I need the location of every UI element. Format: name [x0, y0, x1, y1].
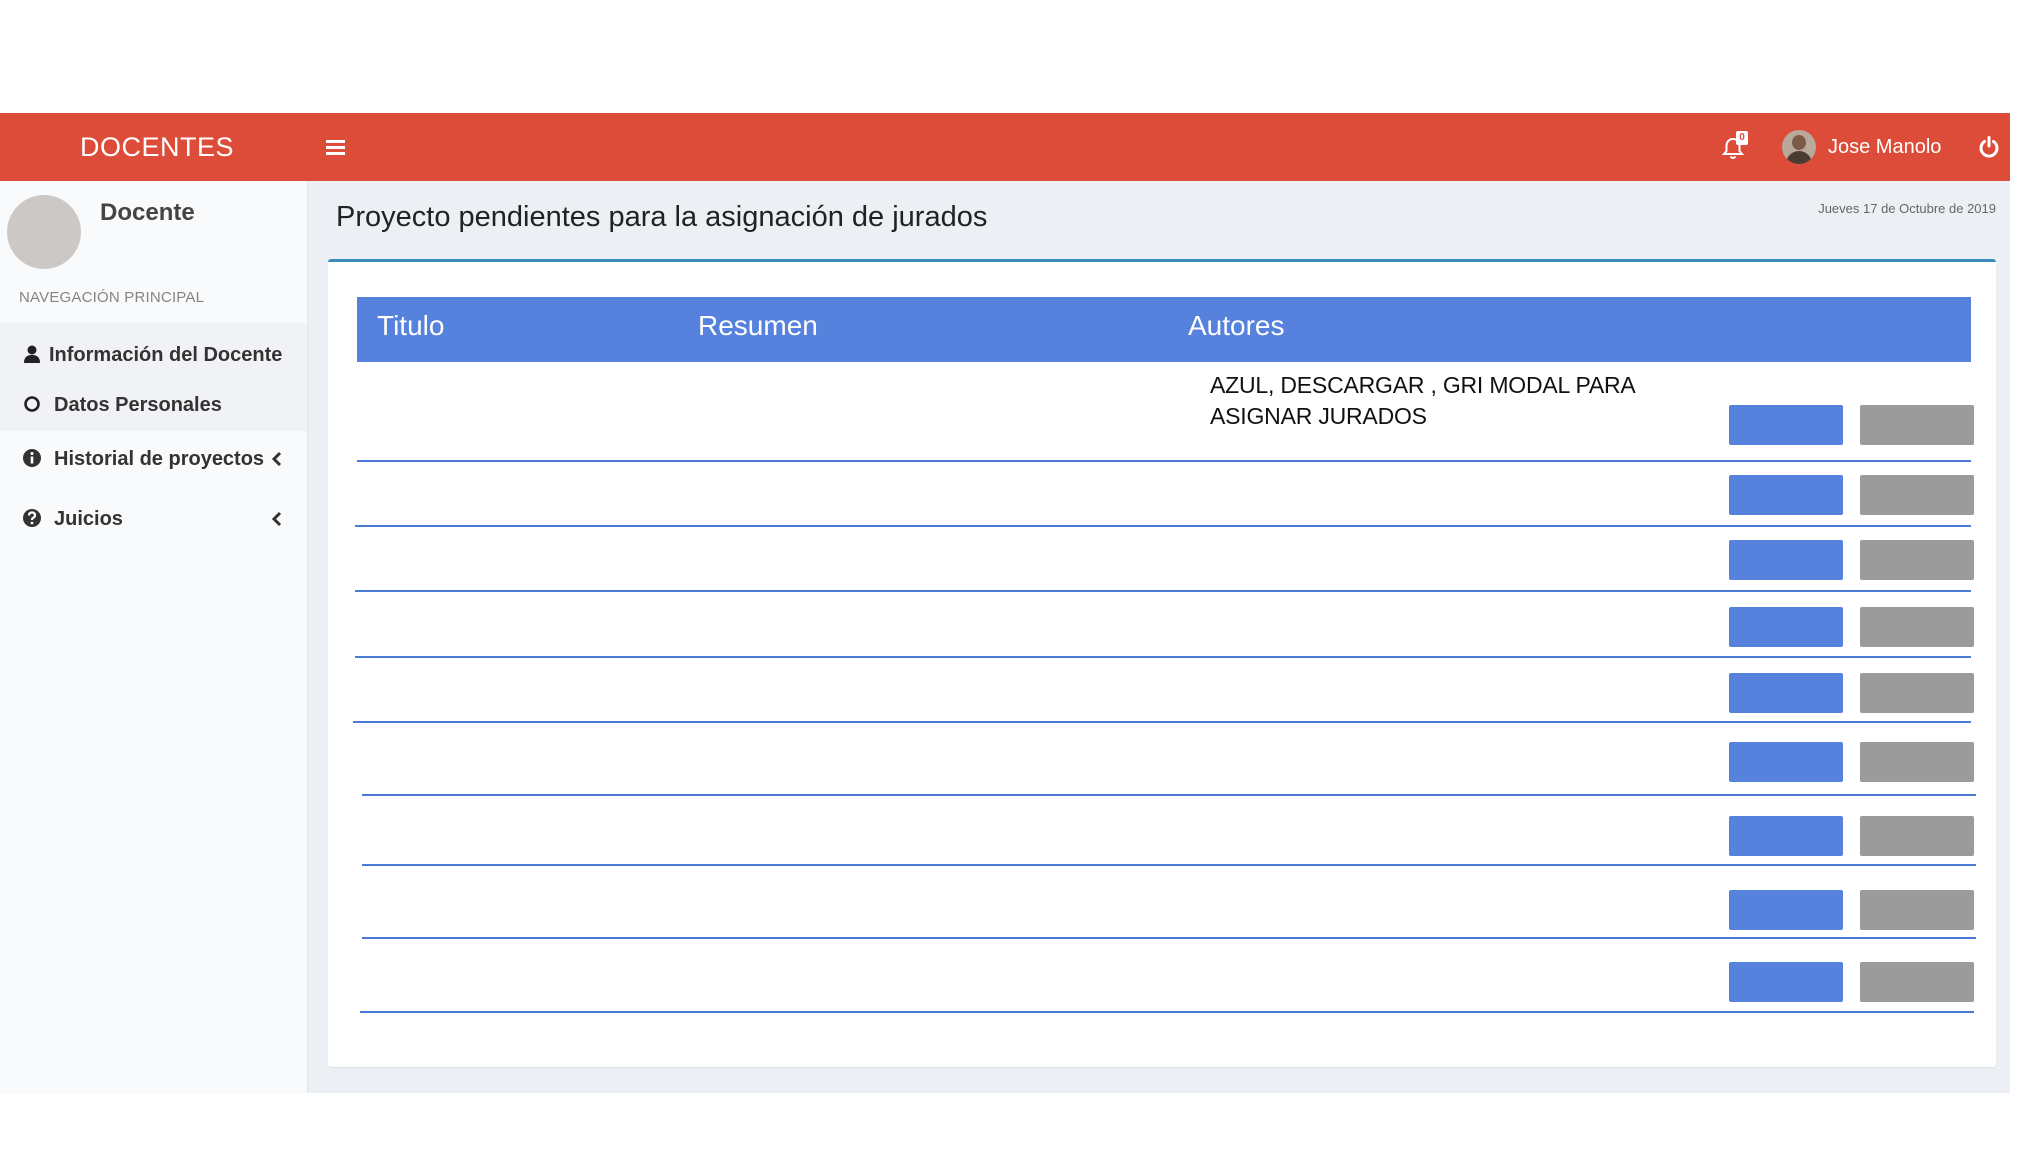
assign-jury-modal-button[interactable]	[1860, 475, 1974, 515]
annotation-note-line: AZUL, DESCARGAR , GRI MODAL PARA	[1210, 372, 1636, 398]
download-button[interactable]	[1729, 673, 1843, 713]
sidebar-item-datos-personales[interactable]: Datos Personales	[0, 381, 307, 429]
annotation-note-line: ASIGNAR JURADOS	[1210, 403, 1427, 429]
column-header-autores: Autores	[1188, 310, 1285, 341]
assign-jury-modal-button[interactable]	[1860, 742, 1974, 782]
sidebar-item-juicios[interactable]: Juicios	[0, 495, 307, 543]
download-button[interactable]	[1729, 607, 1843, 647]
top-navbar: DOCENTES 0 Jose Manolo	[0, 113, 2010, 181]
assign-jury-modal-button[interactable]	[1860, 540, 1974, 580]
notifications-button[interactable]: 0	[1722, 131, 1754, 165]
table-header: Titulo Resumen Autores	[357, 297, 1971, 362]
assign-jury-modal-button[interactable]	[1860, 405, 1974, 445]
power-icon[interactable]	[1977, 135, 2001, 159]
table-row	[355, 525, 1971, 527]
annotation-note: AZUL, DESCARGAR , GRI MODAL PARA ASIGNAR…	[1210, 370, 1636, 432]
sidebar-user-label: Docente	[100, 199, 195, 226]
sidebar-item-label: Datos Personales	[54, 394, 222, 416]
user-avatar[interactable]	[1782, 130, 1816, 164]
download-button[interactable]	[1729, 405, 1843, 445]
projects-box	[328, 259, 1996, 1067]
table-row	[360, 1011, 1974, 1013]
download-button[interactable]	[1729, 475, 1843, 515]
table-row	[355, 590, 1971, 592]
table-row	[355, 656, 1971, 658]
circle-outline-icon	[24, 396, 40, 412]
sidebar-item-historial-proyectos[interactable]: Historial de proyectos	[0, 435, 307, 483]
page-title: Proyecto pendientes para la asignación d…	[336, 201, 988, 233]
column-header-titulo: Titulo	[377, 310, 445, 341]
info-circle-icon	[23, 449, 41, 467]
sidebar-item-label: Juicios	[54, 508, 123, 530]
sidebar-avatar	[7, 195, 81, 269]
download-button[interactable]	[1729, 742, 1843, 782]
user-icon	[24, 345, 40, 363]
download-button[interactable]	[1729, 962, 1843, 1002]
user-name[interactable]: Jose Manolo	[1828, 113, 1941, 181]
assign-jury-modal-button[interactable]	[1860, 890, 1974, 930]
assign-jury-modal-button[interactable]	[1860, 673, 1974, 713]
question-circle-icon	[23, 509, 41, 527]
notification-count-badge: 0	[1736, 131, 1748, 145]
table-row	[362, 864, 1976, 866]
menu-toggle-icon[interactable]	[326, 135, 346, 159]
current-date: Jueves 17 de Octubre de 2019	[1818, 201, 1996, 216]
table-row	[353, 721, 1971, 723]
column-header-resumen: Resumen	[698, 310, 818, 341]
sidebar-item-informacion-docente[interactable]: Información del Docente	[0, 331, 307, 379]
table-row	[362, 794, 1976, 796]
sidebar-item-label: Información del Docente	[49, 344, 283, 366]
brand-logo[interactable]: DOCENTES	[80, 113, 234, 181]
download-button[interactable]	[1729, 540, 1843, 580]
assign-jury-modal-button[interactable]	[1860, 962, 1974, 1002]
table-row	[357, 460, 1971, 462]
download-button[interactable]	[1729, 816, 1843, 856]
sidebar-item-label: Historial de proyectos	[54, 448, 265, 470]
chevron-left-icon	[271, 451, 282, 467]
chevron-left-icon	[271, 511, 282, 527]
sidebar: Docente NAVEGACIÓN PRINCIPAL Información…	[0, 181, 308, 1093]
table-row	[362, 937, 1976, 939]
assign-jury-modal-button[interactable]	[1860, 816, 1974, 856]
download-button[interactable]	[1729, 890, 1843, 930]
assign-jury-modal-button[interactable]	[1860, 607, 1974, 647]
nav-header: NAVEGACIÓN PRINCIPAL	[19, 289, 205, 306]
